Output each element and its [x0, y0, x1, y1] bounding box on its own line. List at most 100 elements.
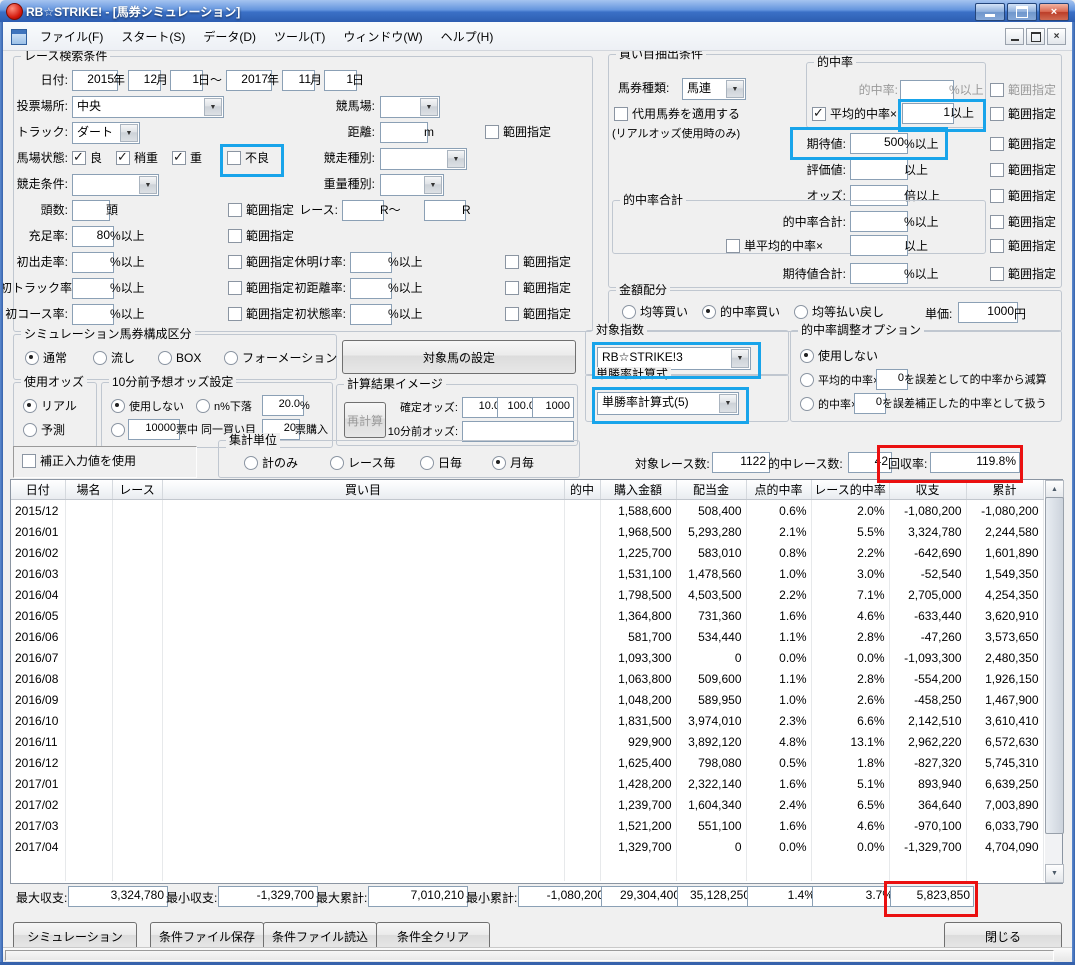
date-to-year-input[interactable]: 2017: [226, 70, 272, 91]
race-type-select[interactable]: ▼: [380, 148, 467, 170]
adjust-avg-radio[interactable]: 平均的中率×: [800, 372, 879, 387]
table-row[interactable]: 2017/02 1,239,700 1,604,340 2.4% 6.5% 364,640…: [11, 794, 1044, 815]
agg-total-radio[interactable]: 計のみ: [244, 455, 298, 470]
avg-hitrate-checkbox[interactable]: 平均的中率×: [812, 105, 897, 121]
odds-predict-radio[interactable]: 予測: [23, 422, 65, 437]
race-to-input[interactable]: [424, 200, 466, 221]
clear-condition-button[interactable]: 条件全クリア: [376, 922, 490, 950]
menu-start[interactable]: スタート(S): [112, 25, 194, 48]
col-venue[interactable]: 場名: [65, 480, 113, 500]
first-course-range-checkbox[interactable]: 範囲指定: [228, 306, 294, 321]
expect-range-checkbox[interactable]: 範囲指定: [990, 136, 1056, 151]
hitrate-sum-input[interactable]: [850, 211, 908, 232]
maximize-button[interactable]: [1007, 3, 1037, 21]
drop-percent-input[interactable]: 20.0: [262, 395, 304, 416]
distance-input[interactable]: [380, 122, 428, 143]
voting-place-select[interactable]: 中央 ▼: [72, 96, 224, 118]
mdi-restore-button[interactable]: [1026, 28, 1045, 45]
target-horse-settings-button[interactable]: 対象馬の設定: [342, 340, 576, 374]
adjust-hitrate-radio[interactable]: 的中率×: [800, 396, 857, 411]
odds-range-checkbox[interactable]: 範囲指定: [990, 188, 1056, 203]
fill-rate-input[interactable]: 80: [72, 226, 114, 247]
fixed-odds-input-3[interactable]: 1000: [532, 397, 574, 418]
votes-total-input[interactable]: 10000: [128, 419, 180, 440]
first-run-range-checkbox[interactable]: 範囲指定: [228, 254, 294, 269]
load-condition-button[interactable]: 条件ファイル読込: [263, 922, 377, 950]
race-from-input[interactable]: [342, 200, 384, 221]
first-condition-range-checkbox[interactable]: 範囲指定: [505, 306, 571, 321]
scroll-down-arrow[interactable]: ▼: [1045, 864, 1064, 883]
table-row[interactable]: 2016/05 1,364,800 731,360 1.6% 4.6% -633,440 3…: [11, 605, 1044, 626]
fill-rate-range-checkbox[interactable]: 範囲指定: [228, 228, 294, 243]
first-track-input[interactable]: [72, 278, 114, 299]
distance-range-checkbox[interactable]: 範囲指定: [485, 124, 551, 139]
menu-help[interactable]: ヘルプ(H): [432, 25, 503, 48]
odds-real-radio[interactable]: リアル: [23, 398, 77, 413]
table-row[interactable]: 2016/01 1,968,500 5,293,280 2.1% 5.5% 3,324,7…: [11, 521, 1044, 542]
first-run-input[interactable]: [72, 252, 114, 273]
scrollbar-thumb[interactable]: [1045, 497, 1064, 834]
close-dialog-button[interactable]: 閉じる: [944, 922, 1062, 950]
eval-range-checkbox[interactable]: 範囲指定: [990, 162, 1056, 177]
menu-file[interactable]: ファイル(F): [31, 25, 112, 48]
col-date[interactable]: 日付: [11, 480, 66, 500]
weight-type-select[interactable]: ▼: [380, 174, 444, 196]
composition-nagashi-radio[interactable]: 流し: [93, 350, 135, 365]
col-hit[interactable]: 的中: [564, 480, 601, 500]
table-row[interactable]: 2016/02 1,225,700 583,010 0.8% 2.2% -642,690 1…: [11, 542, 1044, 563]
col-total[interactable]: 累計: [966, 480, 1044, 500]
minimize-button[interactable]: [975, 3, 1005, 21]
heads-input[interactable]: [72, 200, 110, 221]
expect-sum-range-checkbox[interactable]: 範囲指定: [990, 266, 1056, 281]
table-row[interactable]: 2016/12 1,625,400 798,080 0.5% 1.8% -827,320 5…: [11, 752, 1044, 773]
hitrate-range-checkbox[interactable]: 範囲指定: [990, 82, 1056, 97]
recalc-button[interactable]: 再計算: [344, 402, 386, 438]
col-kaime[interactable]: 買い目: [162, 480, 565, 500]
hitrate-input[interactable]: [900, 80, 954, 101]
baba-good-checkbox[interactable]: 良: [72, 149, 102, 165]
save-condition-button[interactable]: 条件ファイル保存: [150, 922, 264, 950]
avg-hitrate-range-checkbox[interactable]: 範囲指定: [990, 106, 1056, 121]
expect-sum-input[interactable]: [850, 263, 908, 284]
agg-month-radio[interactable]: 月毎: [492, 455, 534, 470]
racecourse-select[interactable]: ▼: [380, 96, 440, 118]
close-button[interactable]: ×: [1039, 3, 1069, 21]
table-row[interactable]: 2017/03 1,521,200 551,100 1.6% 4.6% -970,100 6…: [11, 815, 1044, 836]
pre-odds-drop-radio[interactable]: n%下落: [196, 398, 252, 413]
mdi-minimize-button[interactable]: [1005, 28, 1024, 45]
ticket-type-select[interactable]: 馬連 ▼: [682, 78, 746, 100]
table-row[interactable]: 2017/01 1,428,200 2,322,140 1.6% 5.1% 893,940…: [11, 773, 1044, 794]
substitute-ticket-checkbox[interactable]: 代用馬券を適用する: [614, 106, 740, 121]
vertical-scrollbar[interactable]: ▲ ▼: [1045, 480, 1064, 883]
equal-buy-radio[interactable]: 均等買い: [622, 304, 688, 319]
table-row[interactable]: 2016/11 929,900 3,892,120 4.8% 13.1% 2,962,22…: [11, 731, 1044, 752]
first-condition-input[interactable]: [350, 304, 392, 325]
table-row[interactable]: 2016/10 1,831,500 3,974,010 2.3% 6.6% 2,142,5…: [11, 710, 1044, 731]
menu-window[interactable]: ウィンドウ(W): [334, 25, 431, 48]
table-row[interactable]: 2016/04 1,798,500 4,503,500 2.2% 7.1% 2,705,0…: [11, 584, 1044, 605]
hitrate-buy-radio[interactable]: 的中率買い: [702, 304, 780, 319]
table-row[interactable]: 2016/07 1,093,300 0 0.0% 0.0% -1,093,300 2,480…: [11, 647, 1044, 668]
mdi-close-button[interactable]: ×: [1047, 28, 1066, 45]
rest-rate-input[interactable]: [350, 252, 392, 273]
table-row[interactable]: 2016/06 581,700 534,440 1.1% 2.8% -47,260 3,57…: [11, 626, 1044, 647]
adjust-notuse-radio[interactable]: 使用しない: [800, 348, 878, 363]
first-course-input[interactable]: [72, 304, 114, 325]
col-purchase[interactable]: 購入金額: [600, 480, 677, 500]
table-row[interactable]: 2016/08 1,063,800 509,600 1.1% 2.8% -554,200 1…: [11, 668, 1044, 689]
race-condition-select[interactable]: ▼: [72, 174, 159, 196]
agg-race-radio[interactable]: レース毎: [330, 455, 395, 470]
composition-formation-radio[interactable]: フォーメーション: [224, 350, 337, 365]
hitrate-sum-range-checkbox[interactable]: 範囲指定: [990, 214, 1056, 229]
pre-odds-image-input[interactable]: [462, 421, 574, 442]
first-distance-range-checkbox[interactable]: 範囲指定: [505, 280, 571, 295]
col-point-rate[interactable]: 点的中率: [746, 480, 812, 500]
composition-box-radio[interactable]: BOX: [158, 350, 201, 365]
baba-heavy-checkbox[interactable]: 重: [172, 149, 202, 165]
tan-avg-hitrate-input[interactable]: [850, 235, 908, 256]
table-row[interactable]: 2016/03 1,531,100 1,478,560 1.0% 3.0% -52,540…: [11, 563, 1044, 584]
baba-yaya-checkbox[interactable]: 稍重: [116, 149, 158, 165]
win-formula-select[interactable]: 単勝率計算式(5) ▼: [597, 392, 739, 415]
table-row[interactable]: 2015/12 1,588,600 508,400 0.6% 2.0% -1,080,20…: [11, 499, 1044, 521]
eval-input[interactable]: [850, 159, 908, 180]
